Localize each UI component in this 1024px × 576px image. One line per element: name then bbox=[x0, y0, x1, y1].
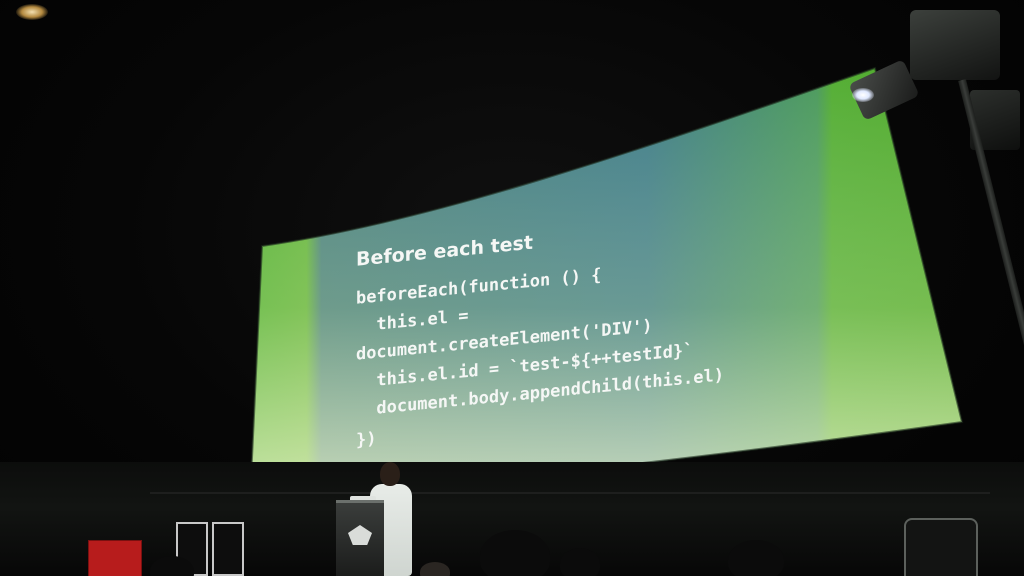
stage-edge bbox=[150, 492, 990, 494]
audience-head bbox=[480, 530, 550, 576]
stage-camera bbox=[904, 518, 978, 576]
stage-light-rig bbox=[848, 10, 1024, 373]
audience-head bbox=[420, 562, 450, 576]
exit-sign bbox=[88, 540, 142, 576]
podium bbox=[336, 500, 384, 576]
rig-housing bbox=[910, 10, 1000, 80]
code-line-6: }) bbox=[356, 429, 376, 451]
conference-scene: Before each test beforeEach(function () … bbox=[0, 0, 1024, 576]
stage-light-glow bbox=[852, 88, 874, 102]
speaker-head bbox=[380, 462, 400, 486]
podium-logo-icon bbox=[348, 525, 372, 545]
audience-head bbox=[728, 540, 784, 576]
audience-head bbox=[560, 548, 600, 576]
equipment-case-right bbox=[212, 522, 244, 576]
